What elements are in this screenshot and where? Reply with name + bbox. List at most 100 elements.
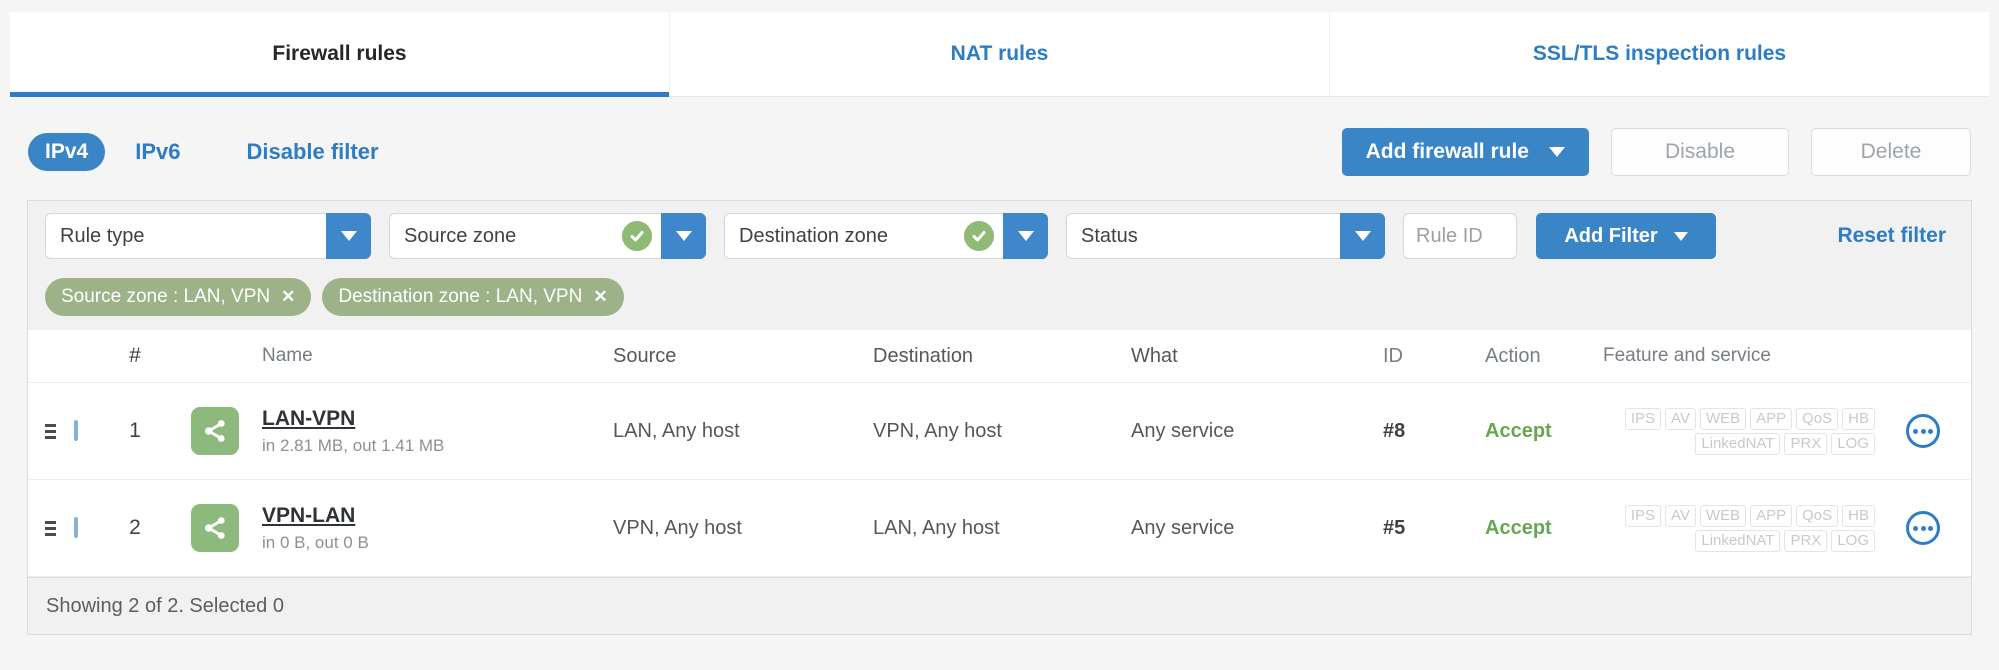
header-source: Source	[613, 344, 677, 367]
rules-container: Rule type Source zone Destination zone S…	[27, 200, 1972, 635]
tab-nat-rules[interactable]: NAT rules	[670, 12, 1330, 96]
dropdown-caret-button[interactable]	[326, 213, 371, 259]
remove-chip-icon[interactable]: ✕	[281, 287, 295, 307]
remove-chip-icon[interactable]: ✕	[593, 287, 607, 307]
tab-label: NAT rules	[950, 42, 1049, 65]
row-menu-cell	[1875, 511, 1971, 545]
row-checkbox[interactable]	[74, 420, 78, 441]
badge-line-1: IPS AV WEB APP QoS HB	[1603, 407, 1875, 430]
status-select-label: Status	[1081, 224, 1138, 247]
filter-chip-label: Source zone : LAN, VPN	[61, 286, 271, 307]
badge-line-2: LinkedNAT PRX LOG	[1603, 432, 1875, 455]
chevron-down-icon	[1549, 147, 1565, 157]
badge-web: WEB	[1699, 407, 1747, 430]
source-zone-select[interactable]: Source zone	[389, 213, 706, 259]
rule-id-cell: #5	[1383, 516, 1406, 539]
rule-icon-cell	[191, 504, 239, 552]
filter-applied-check-icon	[964, 221, 994, 251]
badge-qos: QoS	[1796, 504, 1839, 527]
tab-label: SSL/TLS inspection rules	[1532, 42, 1787, 65]
badge-app: APP	[1750, 407, 1793, 430]
badge-prx: PRX	[1784, 432, 1828, 455]
badge-app: APP	[1750, 504, 1793, 527]
drag-handle[interactable]	[45, 423, 57, 439]
drag-handle-icon	[45, 423, 56, 439]
badge-ips: IPS	[1624, 504, 1662, 527]
badge-line-2: LinkedNAT PRX LOG	[1603, 529, 1875, 552]
badge-linkednat: LinkedNAT	[1695, 529, 1781, 552]
add-filter-button[interactable]: Add Filter	[1536, 213, 1716, 259]
row-checkbox[interactable]	[74, 517, 78, 538]
badge-line-1: IPS AV WEB APP QoS HB	[1603, 504, 1875, 527]
disable-button[interactable]: Disable	[1611, 128, 1789, 176]
ipv6-toggle[interactable]: IPv6	[135, 139, 180, 165]
row-menu-ellipsis-button[interactable]	[1906, 414, 1940, 448]
badge-av: AV	[1665, 504, 1696, 527]
destination-cell: LAN, Any host	[873, 516, 1000, 539]
dropdown-caret-button[interactable]	[1340, 213, 1385, 259]
badge-log: LOG	[1831, 529, 1875, 552]
drag-handle-icon	[45, 520, 56, 536]
tab-firewall-rules[interactable]: Firewall rules	[10, 12, 670, 97]
rule-traffic: in 0 B, out 0 B	[262, 532, 369, 552]
action-cell: Accept	[1485, 419, 1552, 442]
rule-id-cell: #8	[1383, 419, 1406, 442]
what-cell: Any service	[1131, 419, 1235, 442]
rule-type-select[interactable]: Rule type	[45, 213, 371, 259]
tab-label: Firewall rules	[272, 42, 407, 65]
badge-prx: PRX	[1784, 529, 1828, 552]
ipv4-toggle[interactable]: IPv4	[28, 133, 106, 171]
firewall-rules-page: Firewall rules NAT rules SSL/TLS inspect…	[0, 0, 1999, 670]
share-icon	[191, 504, 239, 552]
rule-type-select-label: Rule type	[60, 224, 145, 247]
badge-web: WEB	[1699, 504, 1747, 527]
drag-handle[interactable]	[45, 520, 57, 536]
add-firewall-rule-button[interactable]: Add firewall rule	[1341, 128, 1589, 176]
badge-hb: HB	[1842, 504, 1875, 527]
table-header: # Name Source Destination What ID Action…	[28, 330, 1971, 383]
header-name: Name	[262, 345, 313, 366]
rule-name-link[interactable]: LAN-VPN	[262, 407, 355, 431]
add-firewall-rule-label: Add firewall rule	[1365, 140, 1529, 163]
chevron-down-icon	[675, 231, 692, 241]
badge-qos: QoS	[1796, 407, 1839, 430]
destination-zone-select-label: Destination zone	[739, 224, 888, 247]
source-cell: VPN, Any host	[613, 516, 742, 539]
source-cell: LAN, Any host	[613, 419, 740, 442]
dropdown-caret-button[interactable]	[661, 213, 706, 259]
badge-log: LOG	[1831, 432, 1875, 455]
features-cell: IPS AV WEB APP QoS HB LinkedNAT PRX LOG	[1603, 504, 1875, 552]
rule-name-cell: LAN-VPN in 2.81 MB, out 1.41 MB	[262, 407, 613, 456]
source-zone-select-label: Source zone	[404, 224, 517, 247]
filter-chip-source-zone: Source zone : LAN, VPN ✕	[45, 278, 312, 316]
filter-row: Rule type Source zone Destination zone S…	[45, 213, 1954, 259]
badge-av: AV	[1665, 407, 1696, 430]
add-filter-label: Add Filter	[1564, 224, 1658, 247]
row-menu-ellipsis-button[interactable]	[1906, 511, 1940, 545]
badge-hb: HB	[1842, 407, 1875, 430]
row-number: 2	[129, 516, 141, 539]
showing-summary: Showing 2 of 2. Selected 0	[46, 594, 284, 617]
rule-name-link[interactable]: VPN-LAN	[262, 504, 355, 528]
row-checkbox-cell	[74, 517, 102, 538]
table-row: 1 LAN-VPN in 2.81 MB, out 1.41 MB LAN, A…	[28, 383, 1971, 480]
header-action: Action	[1485, 344, 1541, 367]
delete-button[interactable]: Delete	[1811, 128, 1971, 176]
rule-id-input[interactable]	[1403, 213, 1517, 259]
tab-ssl-tls-inspection-rules[interactable]: SSL/TLS inspection rules	[1330, 12, 1989, 96]
dropdown-caret-button[interactable]	[1003, 213, 1048, 259]
what-cell: Any service	[1131, 516, 1235, 539]
row-checkbox-cell	[74, 420, 102, 441]
reset-filter-link[interactable]: Reset filter	[1837, 224, 1954, 248]
disable-filter-link[interactable]: Disable filter	[246, 139, 378, 165]
chevron-down-icon	[1354, 231, 1371, 241]
header-features: Feature and service	[1603, 345, 1771, 366]
row-number: 1	[129, 419, 141, 442]
badge-ips: IPS	[1624, 407, 1662, 430]
row-menu-cell	[1875, 414, 1971, 448]
chevron-down-icon	[340, 231, 357, 241]
status-select[interactable]: Status	[1066, 213, 1385, 259]
destination-zone-select[interactable]: Destination zone	[724, 213, 1048, 259]
filter-chip-label: Destination zone : LAN, VPN	[338, 286, 583, 307]
rule-traffic: in 2.81 MB, out 1.41 MB	[262, 435, 445, 455]
